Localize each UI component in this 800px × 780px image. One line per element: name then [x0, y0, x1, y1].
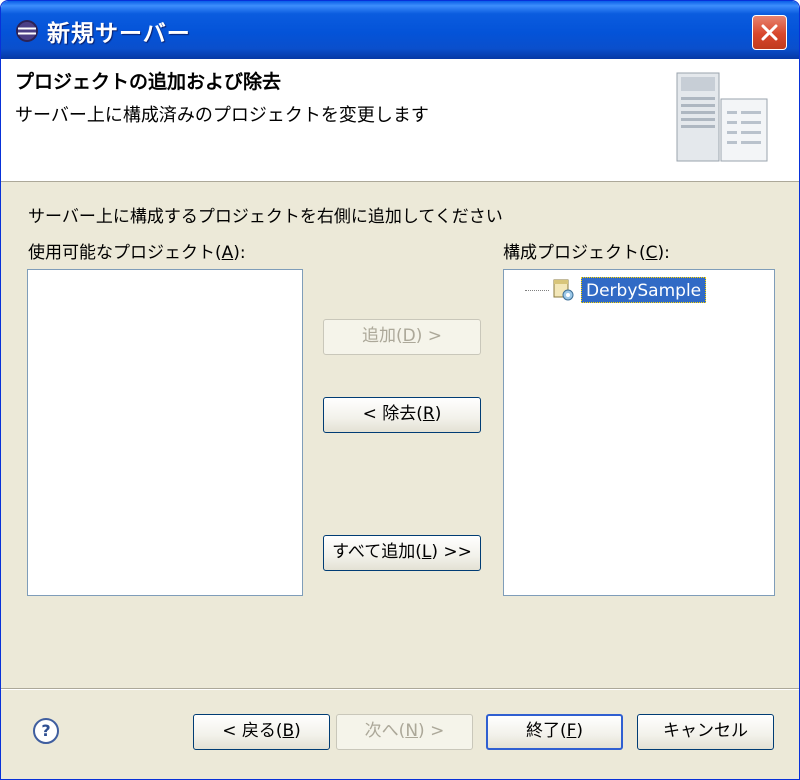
instruction-text: サーバー上に構成するプロジェクトを右側に追加してください: [28, 207, 503, 227]
dialog-window: 新規サーバー プロジェクトの追加および除去 サーバー上に構成済みのプロジェクトを…: [0, 0, 800, 780]
help-icon[interactable]: ?: [33, 718, 59, 744]
server-wizard-icon: [669, 69, 773, 173]
configured-projects-list[interactable]: DerbySample: [503, 269, 775, 596]
project-icon: [551, 278, 577, 306]
page-description: サーバー上に構成済みのプロジェクトを変更します: [15, 105, 429, 126]
configured-projects-label: 構成プロジェクト(C):: [503, 243, 670, 263]
available-projects-label: 使用可能なプロジェクト(A):: [28, 243, 246, 263]
close-button[interactable]: [752, 15, 787, 50]
next-button[interactable]: 次へ(N) >: [336, 714, 473, 750]
close-icon: [761, 24, 778, 41]
wizard-banner: プロジェクトの追加および除去 サーバー上に構成済みのプロジェクトを変更します: [1, 59, 799, 182]
back-button[interactable]: < 戻る(B): [193, 714, 330, 750]
add-button[interactable]: 追加(D) >: [323, 319, 481, 355]
available-projects-list[interactable]: [27, 269, 303, 596]
finish-button[interactable]: 終了(F): [486, 714, 623, 750]
add-all-button[interactable]: すべて追加(L) >>: [323, 535, 481, 571]
eclipse-icon: [15, 19, 39, 43]
dialog-body: サーバー上に構成するプロジェクトを右側に追加してください 使用可能なプロジェクト…: [1, 182, 799, 688]
title-bar[interactable]: 新規サーバー: [1, 1, 799, 59]
tree-connector: [525, 290, 549, 291]
window-title: 新規サーバー: [47, 21, 191, 47]
project-label[interactable]: DerbySample: [581, 277, 707, 303]
remove-button[interactable]: < 除去(R): [323, 397, 481, 433]
cancel-button[interactable]: キャンセル: [637, 714, 774, 750]
page-title: プロジェクトの追加および除去: [15, 71, 282, 93]
dialog-footer: ? < 戻る(B) 次へ(N) > 終了(F) キャンセル: [1, 690, 799, 779]
